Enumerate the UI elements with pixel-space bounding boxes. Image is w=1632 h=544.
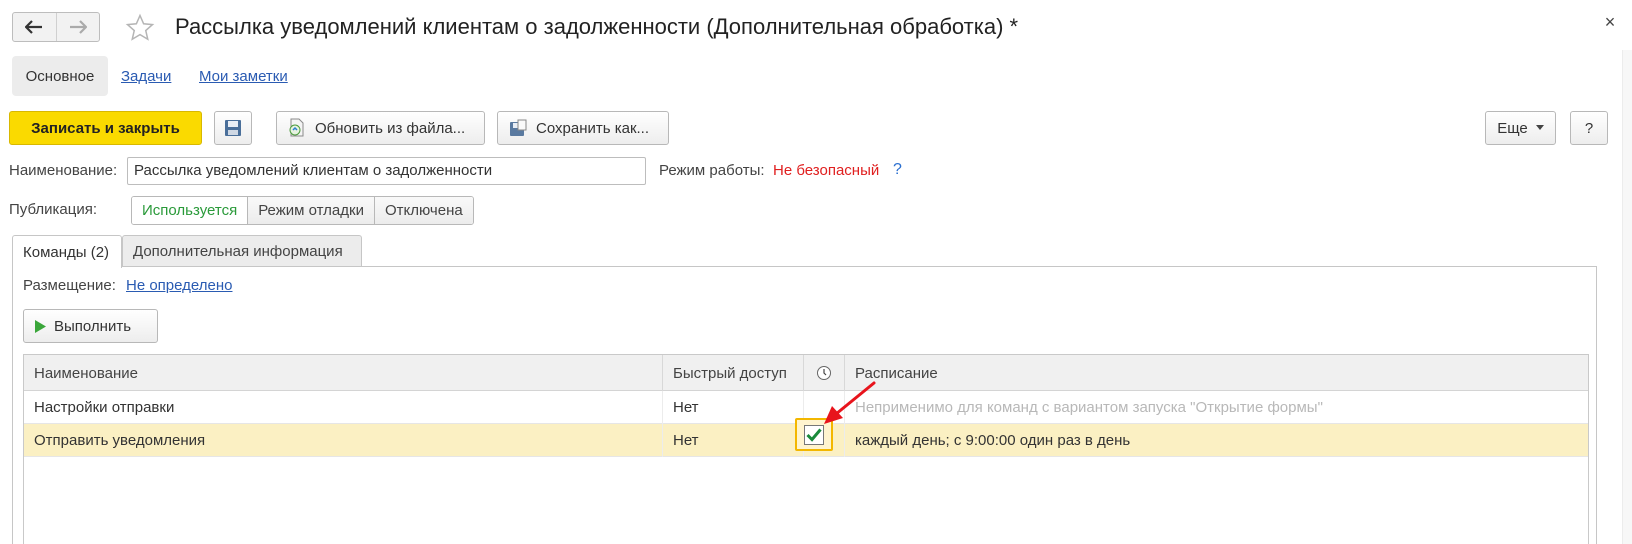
- section-tasks-link[interactable]: Задачи: [121, 68, 171, 85]
- run-button[interactable]: Выполнить: [23, 309, 158, 343]
- run-label: Выполнить: [54, 317, 132, 335]
- row-schedule: Неприменимо для команд с вариантом запус…: [855, 399, 1323, 416]
- help-label: ?: [1584, 119, 1594, 137]
- mode-value: Не безопасный: [773, 162, 880, 179]
- save-and-close-button[interactable]: Записать и закрыть: [9, 111, 202, 145]
- placement-link[interactable]: Не определено: [126, 277, 232, 294]
- table-header: Наименование Быстрый доступ Расписание: [24, 355, 1588, 391]
- update-from-file-label: Обновить из файла...: [315, 119, 466, 137]
- more-menu-button[interactable]: Еще: [1485, 111, 1556, 145]
- row-quick: Нет: [673, 432, 699, 449]
- tab-extra-info[interactable]: Дополнительная информация: [122, 235, 362, 267]
- mode-label: Режим работы:: [659, 162, 765, 179]
- section-notes-link[interactable]: Мои заметки: [199, 68, 288, 85]
- save-as-label: Сохранить как...: [536, 119, 650, 137]
- placement-label: Размещение:: [23, 277, 116, 294]
- tab-commands[interactable]: Команды (2): [12, 235, 122, 268]
- clock-icon: [817, 366, 831, 380]
- publication-label: Публикация:: [9, 201, 97, 218]
- help-button[interactable]: ?: [1570, 111, 1608, 145]
- window-scrollbar[interactable]: [1622, 50, 1632, 544]
- checkmark-icon: [806, 428, 822, 442]
- play-icon: [35, 319, 46, 333]
- favorite-star-button[interactable]: [124, 12, 156, 44]
- forward-button[interactable]: [55, 13, 100, 41]
- row-quick: Нет: [673, 399, 699, 416]
- publication-switch: Используется Режим отладки Отключена: [131, 196, 474, 225]
- star-icon: [125, 13, 155, 41]
- save-and-close-label: Записать и закрыть: [31, 119, 180, 137]
- mode-help-link[interactable]: ?: [893, 161, 902, 179]
- row-schedule[interactable]: каждый день; с 9:00:00 один раз в день: [845, 424, 1130, 457]
- save-button[interactable]: [214, 111, 252, 145]
- update-from-file-button[interactable]: Обновить из файла...: [276, 111, 485, 145]
- navigation-buttons: [12, 12, 100, 42]
- row-name: Отправить уведомления: [34, 432, 206, 449]
- close-icon: ×: [1604, 11, 1616, 32]
- back-button[interactable]: [13, 13, 56, 41]
- row-name: Настройки отправки: [34, 399, 175, 416]
- section-main[interactable]: Основное: [12, 56, 108, 96]
- col-schedule-header[interactable]: Расписание: [845, 355, 1545, 391]
- save-as-button[interactable]: Сохранить как...: [497, 111, 669, 145]
- publication-option-disabled[interactable]: Отключена: [373, 197, 473, 224]
- publication-option-debug[interactable]: Режим отладки: [247, 197, 374, 224]
- publication-option-used[interactable]: Используется: [132, 197, 248, 224]
- more-label: Еще: [1497, 119, 1528, 137]
- floppy-disk-icon: [225, 120, 241, 136]
- chevron-down-icon: [1535, 125, 1544, 130]
- col-quick-header[interactable]: Быстрый доступ: [663, 355, 803, 391]
- annotation-arrow-icon: [824, 381, 876, 424]
- col-name-header[interactable]: Наименование: [24, 355, 662, 391]
- window-title: Рассылка уведомлений клиентам о задолжен…: [175, 14, 1019, 39]
- name-label: Наименование:: [9, 162, 118, 179]
- close-button[interactable]: ×: [1600, 12, 1620, 32]
- arrow-left-icon: [25, 20, 43, 34]
- file-refresh-icon: [289, 118, 304, 137]
- arrow-right-icon: [69, 20, 87, 34]
- name-field[interactable]: Рассылка уведомлений клиентам о задолжен…: [127, 157, 646, 185]
- save-as-icon: [510, 119, 527, 136]
